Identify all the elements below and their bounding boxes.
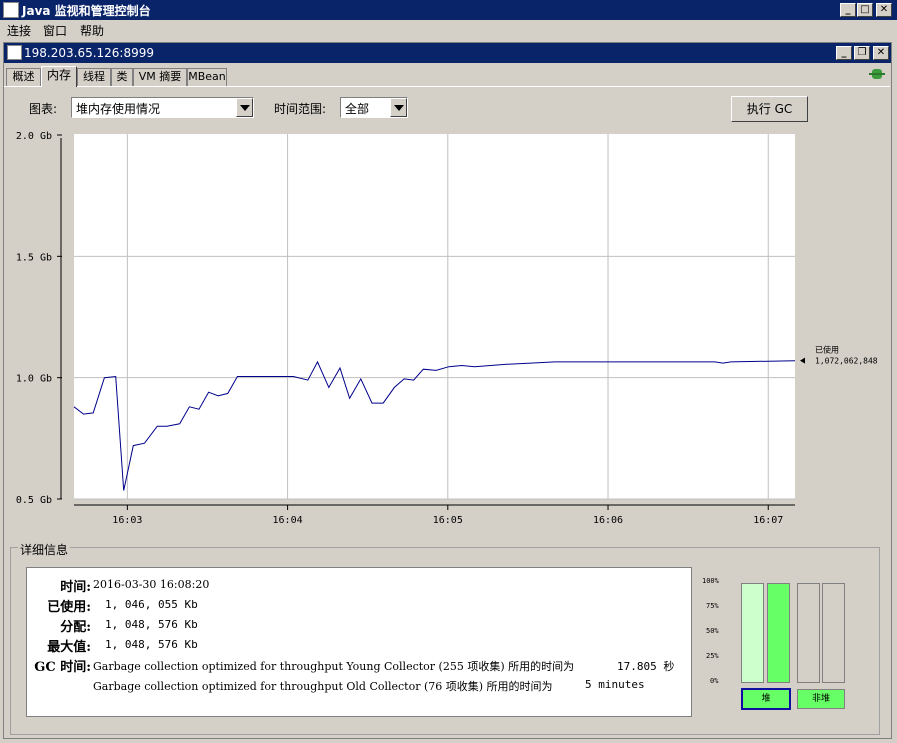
used-key: 已使用: <box>47 600 91 615</box>
frame-close-button[interactable]: ✕ <box>873 46 889 60</box>
range-label: 时间范围: <box>274 102 327 116</box>
gc-young-time: 17.805 秒 <box>617 660 675 673</box>
y-tick-label: 0.5 Gb <box>16 495 52 506</box>
range-select[interactable]: 全部 <box>340 97 408 118</box>
pct-label-75: 75% <box>706 602 719 610</box>
nonheap-used-bar <box>822 583 845 683</box>
max-value: 1, 048, 576 Kb <box>105 638 198 651</box>
perform-gc-button[interactable]: 执行 GC <box>731 96 808 122</box>
gc-time-key: GC 时间: <box>34 660 91 675</box>
marker-value: 1,072,062,848 <box>815 357 878 366</box>
chart-plot-area <box>74 134 795 499</box>
details-title: 详细信息 <box>18 541 71 558</box>
tab-vm-summary[interactable]: VM 摘要 <box>133 68 187 86</box>
current-value-marker <box>800 357 805 364</box>
chevron-down-icon[interactable] <box>236 98 253 117</box>
java-cup-icon <box>7 45 22 60</box>
chevron-down-icon[interactable] <box>390 98 407 117</box>
gc-old-time: 5 minutes <box>585 678 645 691</box>
frame-restore-button[interactable]: ❐ <box>854 46 870 60</box>
chart-select-value: 堆内存使用情况 <box>76 102 161 116</box>
chart-label: 图表: <box>29 102 58 116</box>
menu-window[interactable]: 窗口 <box>43 22 67 39</box>
gc-young-text: Garbage collection optimized for through… <box>93 660 575 673</box>
x-tick-label: 16:05 <box>433 515 463 526</box>
tab-baseline <box>4 86 890 87</box>
java-cup-icon <box>3 2 19 18</box>
close-button[interactable]: ✕ <box>876 3 892 17</box>
gc-old-text: Garbage collection optimized for through… <box>93 680 553 693</box>
used-value: 1, 046, 055 Kb <box>105 598 198 611</box>
x-tick-label: 16:04 <box>273 515 303 526</box>
maximize-button[interactable]: □ <box>857 3 873 17</box>
max-key: 最大值: <box>47 640 91 655</box>
tab-overview[interactable]: 概述 <box>6 68 41 86</box>
minimize-button[interactable]: _ <box>840 3 856 17</box>
pct-label-50: 50% <box>706 627 719 635</box>
heap-used-bar <box>767 583 790 683</box>
connection-title-bar: 198.203.65.126:8999 _ ❐ ✕ <box>4 43 891 63</box>
pct-label-0: 0% <box>710 677 719 685</box>
time-key: 时间: <box>60 580 91 595</box>
y-tick-label: 2.0 Gb <box>16 131 52 142</box>
menu-connection[interactable]: 连接 <box>7 22 31 39</box>
menu-help[interactable]: 帮助 <box>80 22 104 39</box>
pct-label-100: 100% <box>702 577 719 585</box>
details-info-box: 时间: 2016-03-30 16:08:20 已使用: 1, 046, 055… <box>26 567 692 717</box>
connection-title: 198.203.65.126:8999 <box>24 46 155 60</box>
pct-label-25: 25% <box>706 652 719 660</box>
nonheap-button[interactable]: 非堆 <box>797 689 845 709</box>
marker-label: 已使用 <box>815 345 839 355</box>
time-value: 2016-03-30 16:08:20 <box>93 578 210 591</box>
range-select-value: 全部 <box>345 102 370 116</box>
heap-committed-bar <box>741 583 764 683</box>
tab-threads[interactable]: 线程 <box>77 68 111 86</box>
tab-classes[interactable]: 类 <box>111 68 133 86</box>
x-tick-label: 16:07 <box>753 515 783 526</box>
x-tick-label: 16:03 <box>112 515 142 526</box>
nonheap-committed-bar <box>797 583 820 683</box>
heap-used-fill <box>768 584 789 682</box>
tab-memory[interactable]: 内存 <box>41 66 77 87</box>
heap-memory-chart: 2.0 Gb 1.5 Gb 1.0 Gb 0.5 Gb 16:03 16:04 16:05 1… <box>16 131 878 526</box>
committed-value: 1, 048, 576 Kb <box>105 618 198 631</box>
connection-status-icon <box>869 68 885 80</box>
tab-mbean[interactable]: MBean <box>187 68 227 86</box>
heap-committed-fill <box>742 584 763 682</box>
app-title: Java 监视和管理控制台 <box>22 4 151 18</box>
app-title-bar: Java 监视和管理控制台 _ □ ✕ <box>0 0 897 20</box>
x-tick-label: 16:06 <box>593 515 623 526</box>
heap-button[interactable]: 堆 <box>741 688 791 710</box>
y-tick-label: 1.0 Gb <box>16 374 52 385</box>
y-tick-label: 1.5 Gb <box>16 252 52 263</box>
chart-select[interactable]: 堆内存使用情况 <box>71 97 254 118</box>
committed-key: 分配: <box>60 620 91 635</box>
menu-bar: 连接 窗口 帮助 <box>0 20 897 40</box>
frame-minimize-button[interactable]: _ <box>836 46 852 60</box>
